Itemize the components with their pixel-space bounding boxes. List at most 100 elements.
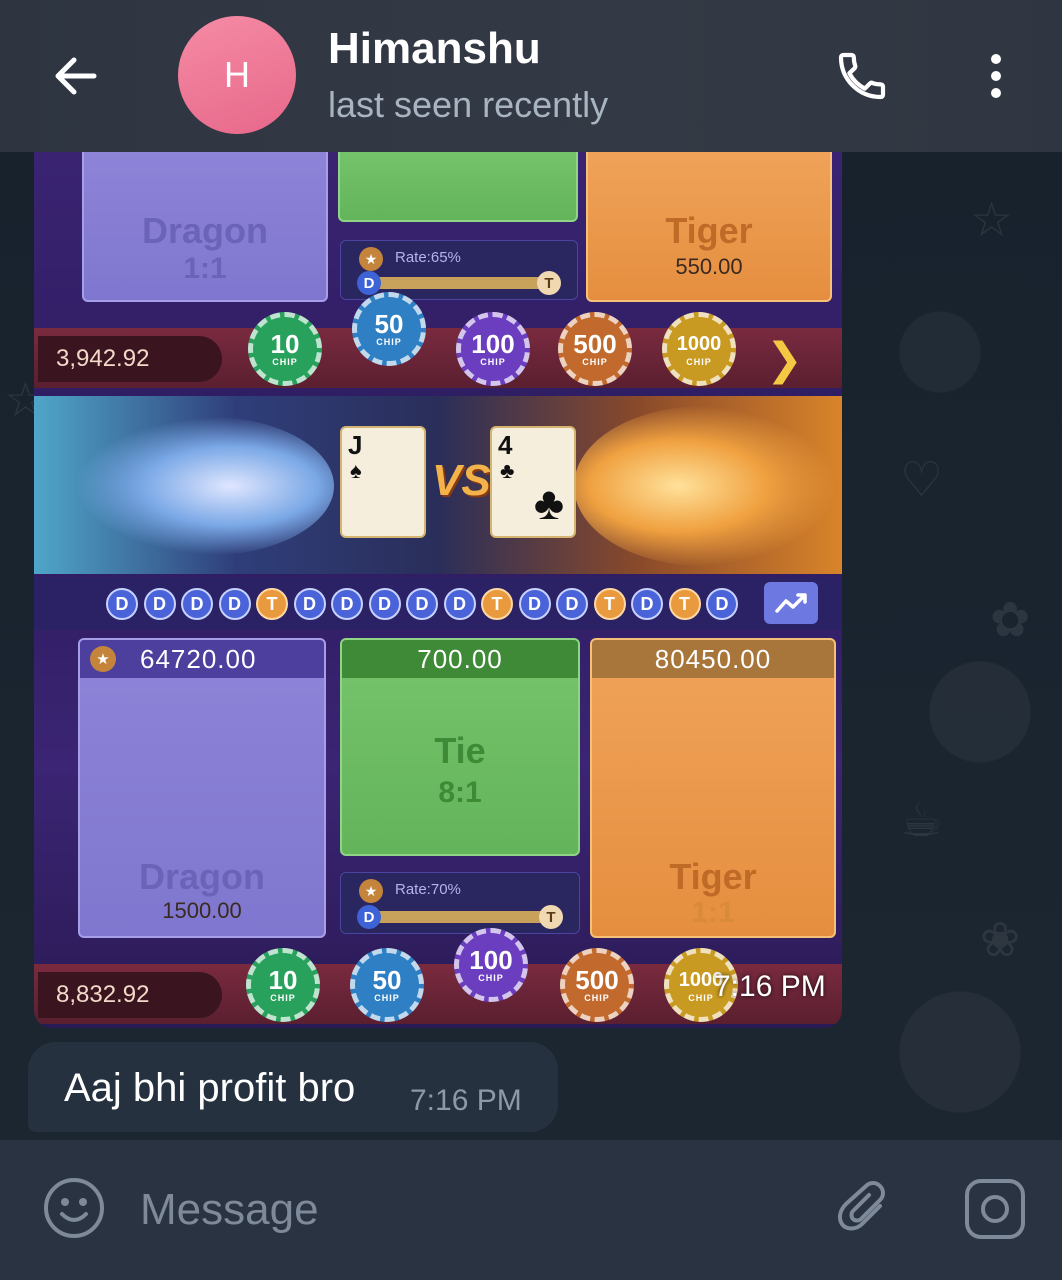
image-message-time: 7:16 PM [714,970,826,1003]
history-result-dragon: D [443,588,476,620]
call-button[interactable] [830,46,894,106]
top-tiger-name: Tiger [665,210,753,251]
message-text: Aaj bhi profit bro [64,1066,356,1110]
rate-progress [361,277,557,289]
history-result-dragon: D [518,588,551,620]
trend-button [764,582,818,624]
top-tiger-amount: 550.00 [675,254,743,279]
contact-name[interactable]: Himanshu [328,24,541,74]
history-result-dragon: D [293,588,326,620]
tiger-bet-amount: 80450.00 [592,640,834,678]
history-result-dragon: D [106,588,138,620]
chip-10: 10 CHIP [246,948,320,1022]
phone-icon [838,52,886,100]
rate-d-marker: D [357,905,381,929]
cup-doodle-icon: ☕ [900,794,944,847]
history-result-tiger: T [256,588,288,620]
vs-label: VS [432,456,491,505]
history-result-dragon: D [218,588,251,620]
smiley-icon [44,1178,104,1238]
dragon-bet-amount: 64720.00 [140,643,257,674]
paperclip-icon [837,1181,885,1231]
bottom-balance: 8,832.92 [38,972,222,1018]
attach-button[interactable] [832,1176,896,1240]
image-message[interactable]: Dragon 1:1 ★ Rate:65% D T Tiger 550.00 3… [34,152,842,1028]
paw-doodle-icon: ✿ [990,594,1031,647]
chip-10: 10 CHIP [248,312,322,386]
message-time: 7:16 PM [410,1084,522,1117]
message-composer [0,1140,1062,1280]
message-input[interactable] [140,1180,780,1240]
rate-d-marker: D [357,271,381,295]
text-message[interactable]: Aaj bhi profit bro 7:16 PM [28,1042,558,1132]
top-dragon-name: Dragon [142,210,268,251]
bottom-rate-text: Rate:70% [395,881,461,898]
bottom-tiger-panel: 80450.00 Tiger 1:1 [590,638,836,938]
heart-doodle-icon: ♡ [900,454,944,507]
chip-100: 100 CHIP [454,928,528,1002]
rate-progress [361,911,559,923]
tie-bet-amount: 700.00 [342,640,578,678]
top-rate-bar: ★ Rate:65% D T [340,240,578,300]
history-result-dragon: D [331,588,363,620]
battle-arena: J ♠ VS 4 ♣ ♣ [34,396,842,574]
history-result-dragon: D [706,588,738,620]
top-rate-text: Rate:65% [395,249,461,266]
chevron-right-icon: ❯ [766,335,803,384]
chip-500: 500 CHIP [558,312,632,386]
more-vertical-icon [991,54,1001,98]
chip-1000: 1000 CHIP [662,312,736,386]
trend-chart-icon [775,593,807,613]
history-result-dragon: D [181,588,213,620]
rate-t-marker: T [537,271,561,295]
history-result-dragon: D [631,588,663,620]
history-result-dragon: D [368,588,401,620]
bottom-tiger-odds: 1:1 [691,896,735,929]
star-icon: ★ [90,646,116,672]
top-dragon-panel: Dragon 1:1 [82,152,328,302]
chip-100: 100 CHIP [456,312,530,386]
contact-status: last seen recently [328,84,609,125]
bottom-tiger-name: Tiger [669,856,757,897]
top-balance: 3,942.92 [38,336,222,382]
top-dragon-odds: 1:1 [183,252,227,285]
top-tie-panel [338,152,578,222]
camera-button[interactable] [960,1174,1030,1244]
more-options-button[interactable] [972,46,1020,106]
bottom-tie-panel: 700.00 Tie 8:1 [340,638,580,856]
chip-50: 50 CHIP [352,292,426,366]
star-icon: ★ [359,247,383,271]
dragon-card: J ♠ [340,426,426,538]
chat-header: H Himanshu last seen recently [0,0,1062,152]
camera-icon [965,1179,1025,1239]
rate-t-marker: T [539,905,563,929]
tiger-card: 4 ♣ ♣ [490,426,576,538]
tie-name: Tie [434,730,486,771]
result-history: DDDDTDDDDDTDDTDTD [34,578,842,630]
bottom-dragon-panel: 64720.00 ★ Dragon 1500.00 [78,638,326,938]
star-icon: ★ [359,879,383,903]
bottom-dragon-name: Dragon [139,856,265,897]
avatar-letter: H [224,54,250,95]
emoji-button[interactable] [40,1174,108,1242]
star-doodle-icon: ☆ [970,194,1014,247]
back-button[interactable] [44,44,108,108]
history-result-tiger: T [481,588,513,620]
history-result-dragon: D [556,588,588,620]
history-result-dragon: D [406,588,438,620]
history-result-dragon: D [143,588,176,620]
bottom-rate-bar: ★ Rate:70% D T [340,872,580,934]
chip-50: 50 CHIP [350,948,424,1022]
chip-500: 500 CHIP [560,948,634,1022]
history-result-tiger: T [593,588,626,620]
top-tiger-panel: Tiger 550.00 [586,152,832,302]
arrow-left-icon [55,57,97,95]
history-result-tiger: T [668,588,701,620]
dragon-bet-header: 64720.00 [80,640,324,678]
avatar[interactable]: H [178,16,296,134]
tie-odds: 8:1 [438,776,482,809]
tiger-illustration [574,406,834,566]
flower-doodle-icon: ❀ [980,914,1021,967]
bottom-dragon-amount: 1500.00 [162,898,242,923]
dragon-illustration [74,416,334,556]
